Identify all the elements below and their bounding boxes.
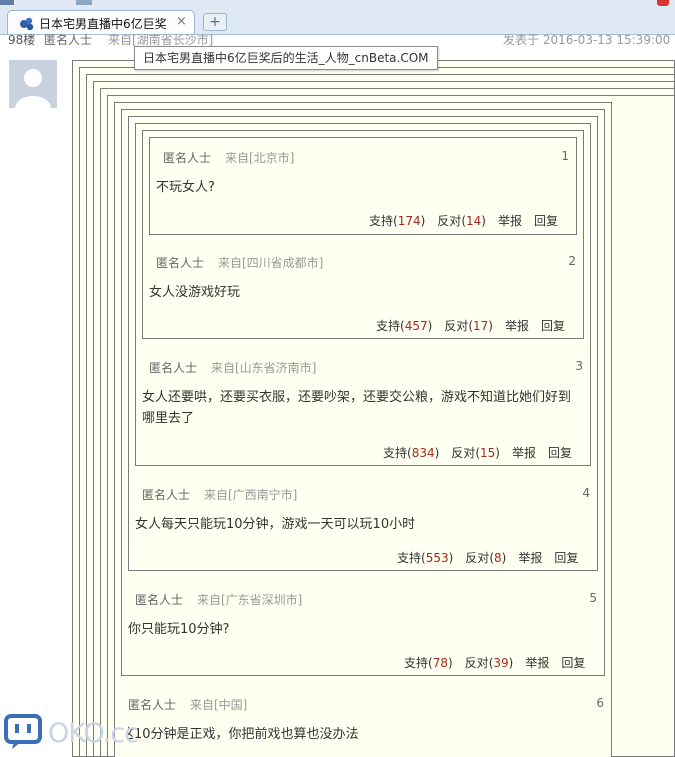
comment-floor-number: 2 xyxy=(568,254,576,268)
oppose-button[interactable]: 反对(8) xyxy=(465,551,506,565)
comment-username[interactable]: 匿名人士 xyxy=(149,359,197,376)
comment-text: 这10分钟是正戏，你把前戏也算也没办法 xyxy=(128,727,359,742)
comment-text: 你只能玩10分钟? xyxy=(128,622,230,637)
oppose-count: 8 xyxy=(494,551,502,565)
comment-text: 女人还要哄，还要买衣服，还要吵架，还要交公粮，游戏不知道比她们好到哪里去了 xyxy=(142,390,572,426)
window-close-corner[interactable] xyxy=(657,0,669,6)
oppose-count: 39 xyxy=(493,656,509,670)
tab-close-icon[interactable]: × xyxy=(176,14,187,29)
comment-actions: 支持(834) 反对(15) 举报 回复 xyxy=(383,444,572,461)
comment-location: 来自[北京市] xyxy=(225,151,295,165)
report-button[interactable]: 举报 xyxy=(505,319,529,333)
comment-username[interactable]: 匿名人士 xyxy=(135,591,183,608)
comment-floor-number: 6 xyxy=(596,696,604,710)
oppose-button[interactable]: 反对(14) xyxy=(437,214,486,228)
comment-username[interactable]: 匿名人士 xyxy=(156,254,204,271)
support-count: 457 xyxy=(404,319,428,333)
post-username: 匿名人士 xyxy=(44,33,93,46)
comment-4: 匿名人士 来自[广西南宁市] 4 女人每天只能玩10分钟，游戏一天可以玩10小时… xyxy=(135,486,590,568)
comment-actions: 支持(553) 反对(8) 举报 回复 xyxy=(397,549,578,566)
comment-username[interactable]: 匿名人士 xyxy=(163,149,211,166)
oppose-button[interactable]: 反对(17) xyxy=(444,319,493,333)
comment-floor-number: 5 xyxy=(589,591,597,605)
new-tab-button[interactable]: + xyxy=(203,13,227,31)
oppose-count: 17 xyxy=(473,319,489,333)
post-location: 来自[湖南省长沙市] xyxy=(108,33,214,46)
comment-username[interactable]: 匿名人士 xyxy=(142,486,190,503)
comment-3: 匿名人士 来自[山东省济南市] 3 女人还要哄，还要买衣服，还要吵架，还要交公粮… xyxy=(142,359,583,463)
reply-button[interactable]: 回复 xyxy=(561,656,585,670)
site-watermark: OKO.cc xyxy=(4,712,139,752)
comment-1: 匿名人士 来自[北京市] 1 不玩女人? 支持(174) 反对(14) 举报 回复 xyxy=(156,149,569,231)
watermark-logo-icon xyxy=(4,714,42,749)
oppose-button[interactable]: 反对(15) xyxy=(451,446,500,460)
watermark-text: OKO.cc xyxy=(48,718,139,749)
support-button[interactable]: 支持(457) xyxy=(376,319,432,333)
comment-actions: 支持(174) 反对(14) 举报 回复 xyxy=(369,212,558,229)
comment-floor-number: 3 xyxy=(575,359,583,373)
support-count: 834 xyxy=(411,446,435,460)
comment-text: 不玩女人? xyxy=(156,180,215,195)
reply-button[interactable]: 回复 xyxy=(534,214,558,228)
oppose-count: 15 xyxy=(480,446,496,460)
post-header: 98楼 匿名人士 来自[湖南省长沙市] 发表于 2016-03-13 15:39… xyxy=(0,30,675,46)
report-button[interactable]: 举报 xyxy=(512,446,536,460)
comment-location: 来自[广东省深圳市] xyxy=(197,593,303,607)
default-avatar-icon xyxy=(9,60,57,108)
comment-5: 匿名人士 来自[广东省深圳市] 5 你只能玩10分钟? 支持(78) 反对(39)… xyxy=(128,591,597,673)
avatar xyxy=(9,60,57,108)
comment-location: 来自[广西南宁市] xyxy=(204,488,298,502)
support-count: 78 xyxy=(432,656,448,670)
comment-2: 匿名人士 来自[四川省成都市] 2 女人没游戏好玩 支持(457) 反对(17) 举… xyxy=(149,254,576,336)
comment-6: 匿名人士 来自[中国] 6 这10分钟是正戏，你把前戏也算也没办法 xyxy=(128,696,604,757)
reply-button[interactable]: 回复 xyxy=(548,446,572,460)
comment-floor-number: 1 xyxy=(561,149,569,163)
floor-number: 98楼 xyxy=(8,33,36,46)
support-button[interactable]: 支持(834) xyxy=(383,446,439,460)
support-button[interactable]: 支持(174) xyxy=(369,214,425,228)
support-button[interactable]: 支持(78) xyxy=(404,656,453,670)
comment-floor-number: 4 xyxy=(582,486,590,500)
reply-button[interactable]: 回复 xyxy=(554,551,578,565)
comment-text: 女人每天只能玩10分钟，游戏一天可以玩10小时 xyxy=(135,517,416,532)
comment-actions: 支持(78) 反对(39) 举报 回复 xyxy=(404,654,585,671)
comment-location: 来自[山东省济南市] xyxy=(211,361,317,375)
comment-actions: 支持(457) 反对(17) 举报 回复 xyxy=(376,317,565,334)
post-time: 发表于 2016-03-13 15:39:00 xyxy=(503,33,671,46)
window-chrome-edge xyxy=(76,0,92,5)
comment-username[interactable]: 匿名人士 xyxy=(128,696,176,713)
window-chrome-edge xyxy=(0,0,14,5)
oppose-button[interactable]: 反对(39) xyxy=(465,656,514,670)
reply-button[interactable]: 回复 xyxy=(541,319,565,333)
report-button[interactable]: 举报 xyxy=(498,214,522,228)
support-button[interactable]: 支持(553) xyxy=(397,551,453,565)
tab-tooltip: 日本宅男直播中6亿巨奖后的生活_人物_cnBeta.COM xyxy=(134,46,438,70)
support-count: 174 xyxy=(397,214,421,228)
comment-text: 女人没游戏好玩 xyxy=(149,285,241,300)
comment-location: 来自[中国] xyxy=(190,698,248,712)
report-button[interactable]: 举报 xyxy=(518,551,542,565)
comment-location: 来自[四川省成都市] xyxy=(218,256,324,270)
report-button[interactable]: 举报 xyxy=(525,656,549,670)
oppose-count: 14 xyxy=(466,214,482,228)
support-count: 553 xyxy=(425,551,449,565)
